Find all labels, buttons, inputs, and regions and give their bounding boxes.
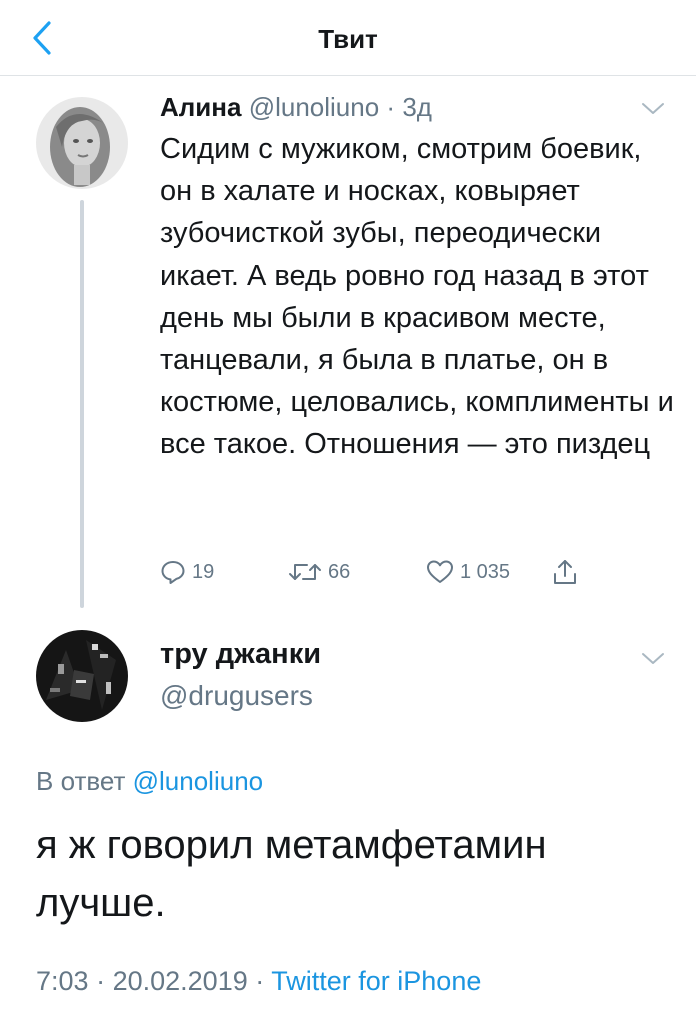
tweet-source-link[interactable]: Twitter for iPhone [271,966,481,996]
retweet-button[interactable]: 66 [288,552,350,592]
reply-time: 7:03 [36,966,89,996]
replying-to-label: В ответ [36,766,126,796]
reply-text: я ж говорил метамфетамин лучше. [36,823,547,925]
meta-separator: · [386,92,396,122]
tweet-actions: 19 66 1 035 [160,552,640,592]
tweet-text: Сидим с мужиком, смотрим боевик, он в ха… [160,133,674,461]
retweet-icon [289,564,321,580]
nav-header: Твит [0,0,696,76]
like-button[interactable]: 1 035 [426,552,510,592]
like-count: 1 035 [460,560,511,583]
reply-author-name[interactable]: тру джанки [160,638,321,671]
chevron-down-icon[interactable] [640,650,666,668]
reply-count: 19 [192,560,215,583]
author-name[interactable]: Алина [160,92,241,122]
share-button[interactable] [552,552,578,592]
reply-metadata: 7:03 · 20.02.2019 · Twitter for iPhone [36,966,481,997]
reply-author-handle[interactable]: @drugusers [160,680,313,712]
tweet-time: 3д [402,92,432,122]
tweet-header: Алина @lunoliuno · 3д [160,92,432,123]
avatar-image [36,630,128,722]
avatar-alina[interactable] [36,97,128,189]
page-title: Твит [318,24,378,54]
replying-to-mention[interactable]: @lunoliuno [133,766,263,796]
retweet-count: 66 [328,560,351,583]
reply-icon [161,561,185,584]
reply-button[interactable]: 19 [160,552,214,592]
author-handle[interactable]: @lunoliuno [249,92,379,122]
replying-to: В ответ @lunoliuno [36,766,263,797]
share-icon [554,560,576,584]
tweet-detail-screen: Твит Алина @lunoliuno · 3д Сидим с мужик… [0,0,696,1024]
avatar-image [36,97,128,189]
reply-date: 20.02.2019 [112,966,248,996]
chevron-down-icon[interactable] [640,100,666,118]
meta-separator: · [255,966,265,996]
thread-line [80,200,84,608]
avatar-tru-junkie[interactable] [36,630,128,722]
meta-separator: · [96,966,106,996]
heart-icon [427,560,453,583]
